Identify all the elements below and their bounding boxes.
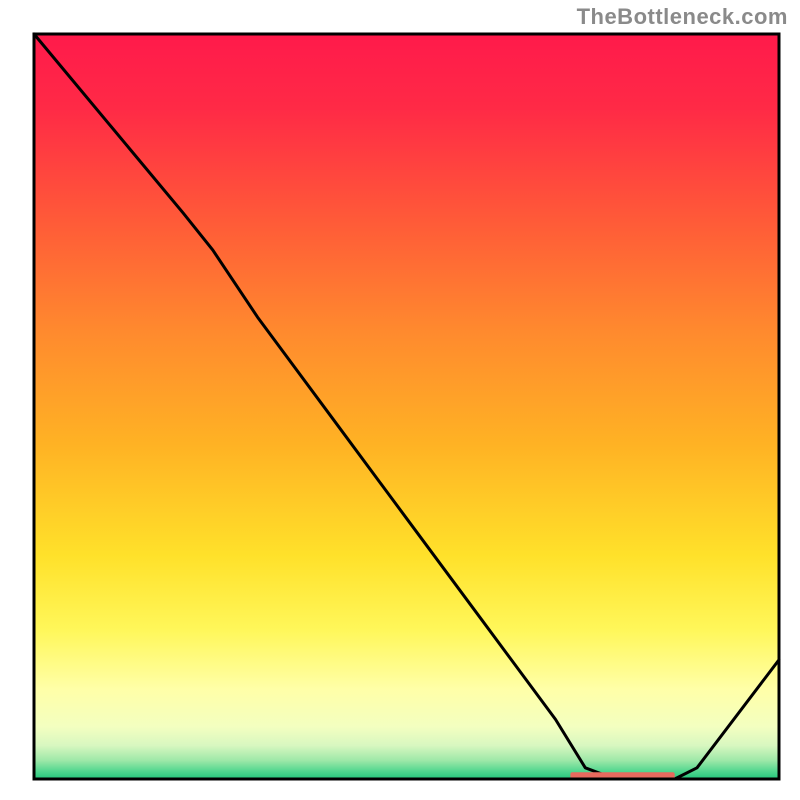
plot-background: [34, 34, 779, 779]
chart-frame: TheBottleneck.com: [0, 0, 800, 800]
bottleneck-chart: [0, 0, 800, 800]
